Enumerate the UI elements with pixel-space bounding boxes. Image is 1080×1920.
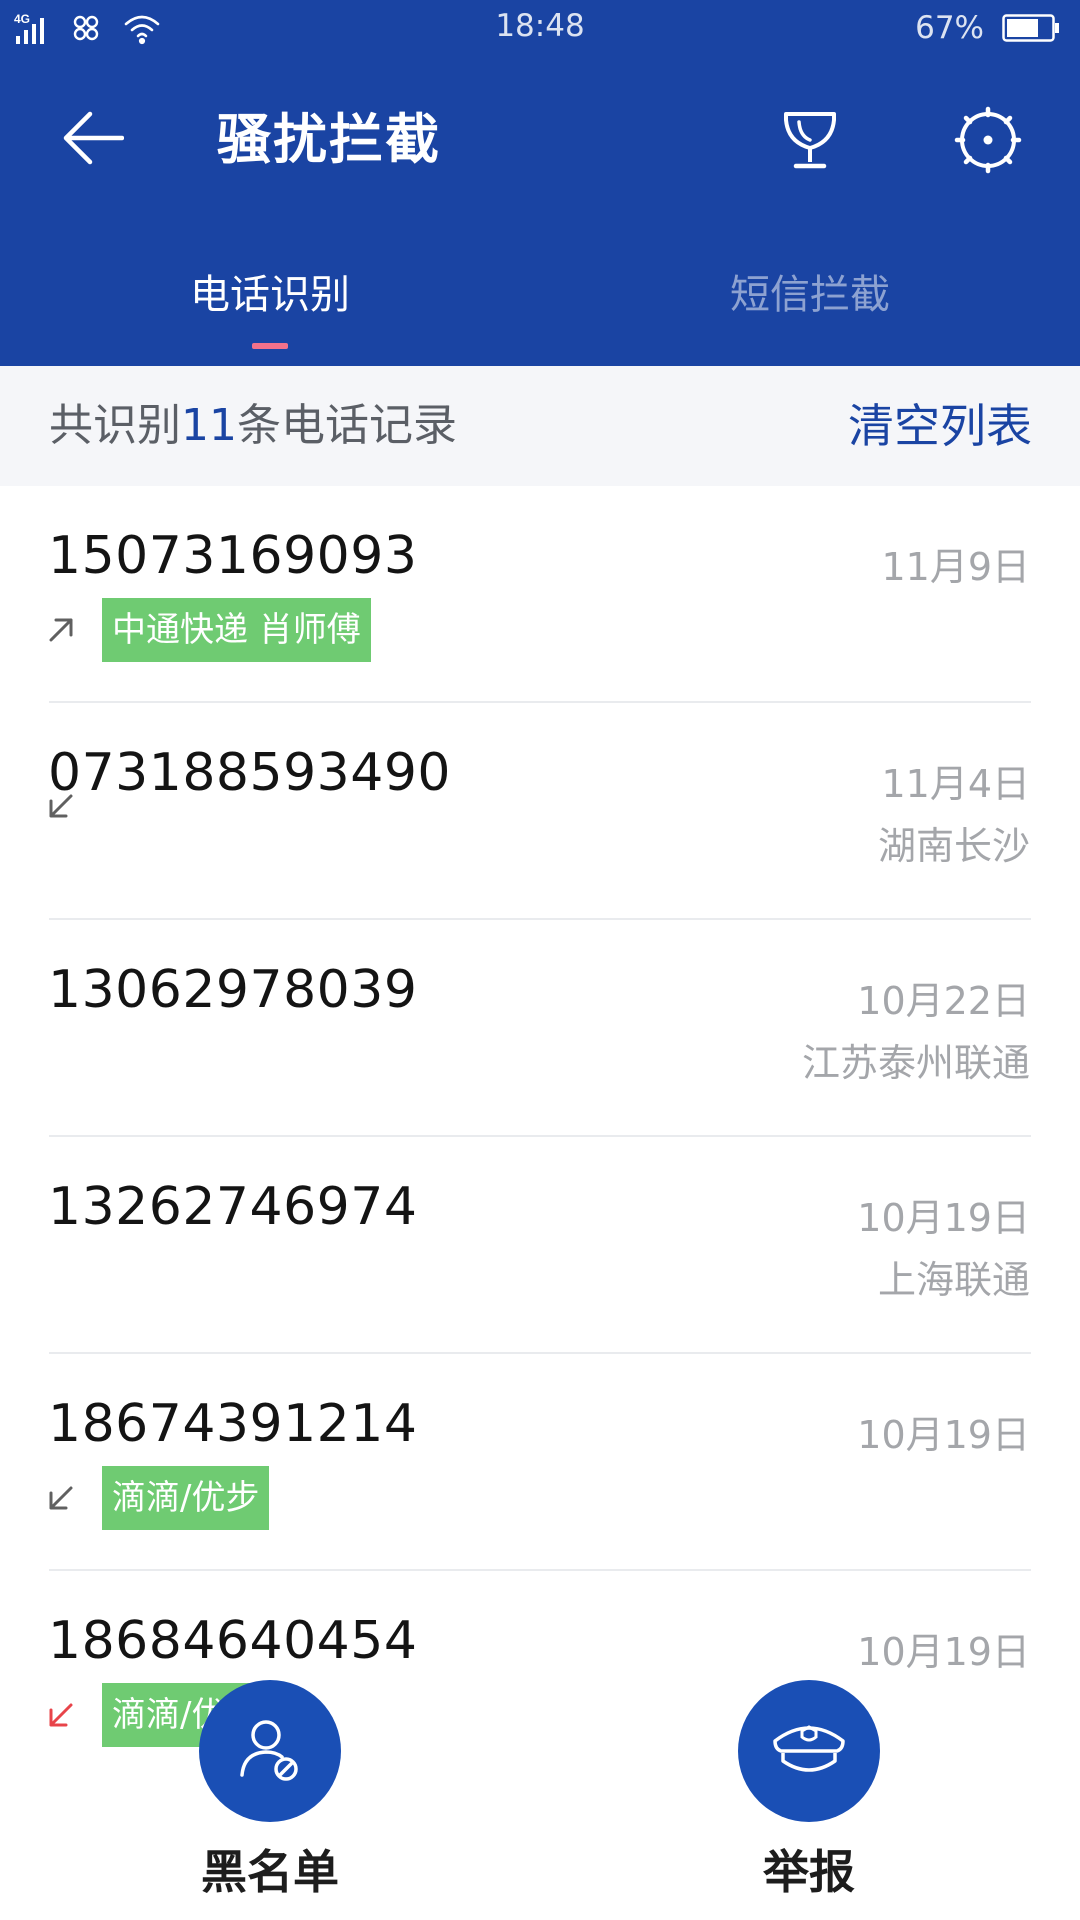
battery-icon — [1002, 14, 1059, 42]
call-row[interactable]: 073188593490 11月4日 湖南长沙 — [0, 703, 1080, 920]
caller-tag: 中通快递 肖师傅 — [102, 598, 371, 662]
summary-suffix: 条电话记录 — [237, 400, 457, 451]
phone-number: 18674391214 — [48, 1394, 418, 1454]
missed-call-icon — [49, 1703, 73, 1727]
summary-prefix: 共识别 — [49, 400, 181, 451]
call-row[interactable]: 13262746974 10月19日 上海联通 — [0, 1137, 1080, 1354]
phone-number: 13062978039 — [48, 960, 418, 1020]
call-location: 上海联通 — [877, 1258, 1030, 1302]
summary-bar: 共识别11条电话记录 清空列表 — [0, 366, 1080, 486]
phone-number: 18684640454 — [48, 1611, 418, 1671]
blacklist-button[interactable] — [199, 1680, 341, 1822]
phone-number: 13262746974 — [48, 1177, 418, 1237]
call-date: 10月22日 — [857, 979, 1030, 1023]
tab-call-identification[interactable]: 电话识别 — [0, 262, 540, 320]
clear-list-button[interactable]: 清空列表 — [848, 366, 1032, 486]
report-action[interactable]: 举报 — [684, 1680, 934, 1902]
settings-button[interactable] — [944, 96, 1032, 184]
call-row[interactable]: 15073169093 11月9日 中通快递 肖师傅 — [0, 486, 1080, 703]
call-date: 10月19日 — [857, 1630, 1030, 1674]
phone-number: 073188593490 — [48, 743, 452, 803]
gear-icon — [954, 106, 1022, 174]
call-date: 11月4日 — [881, 762, 1030, 806]
trophy-icon — [784, 112, 836, 169]
call-list: 15073169093 11月9日 中通快递 肖师傅 073188593490 … — [0, 486, 1080, 1788]
incoming-call-icon — [49, 1486, 73, 1510]
battery-percent: 67% — [915, 10, 984, 46]
call-location: 江苏泰州联通 — [801, 1041, 1030, 1085]
phone-number: 15073169093 — [48, 526, 418, 586]
summary-count: 11 — [181, 400, 237, 451]
call-row[interactable]: 13062978039 10月22日 江苏泰州联通 — [0, 920, 1080, 1137]
caller-tag: 滴滴/优步 — [102, 1466, 270, 1530]
blacklist-label: 黑名单 — [201, 1845, 339, 1899]
outgoing-call-icon — [49, 618, 73, 642]
call-date: 10月19日 — [857, 1413, 1030, 1457]
summary-text: 共识别11条电话记录 — [49, 366, 457, 486]
tab-sms-blocking[interactable]: 短信拦截 — [540, 262, 1080, 320]
screen: 4G 18:48 67% 骚扰拦截 电话识别 短信拦截 共识别11条电话记录 清… — [0, 0, 1080, 1920]
call-date: 10月19日 — [857, 1196, 1030, 1240]
blacklist-action[interactable]: 黑名单 — [145, 1680, 395, 1902]
call-location: 湖南长沙 — [877, 824, 1030, 868]
report-button[interactable] — [738, 1680, 880, 1822]
status-bar: 4G 18:48 67% — [0, 0, 1080, 58]
report-label: 举报 — [763, 1845, 855, 1899]
page-title: 骚扰拦截 — [217, 108, 441, 171]
police-cap-icon — [773, 1725, 845, 1772]
incoming-call-icon — [49, 794, 73, 818]
call-date: 11月9日 — [881, 545, 1030, 589]
tab-active-indicator — [252, 343, 288, 349]
arrow-left-icon — [63, 111, 124, 165]
call-row[interactable]: 18674391214 10月19日 滴滴/优步 — [0, 1354, 1080, 1571]
app-header: 4G 18:48 67% 骚扰拦截 电话识别 短信拦截 — [0, 0, 1080, 366]
trophy-button[interactable] — [766, 96, 854, 184]
user-block-icon — [240, 1720, 298, 1781]
back-button[interactable] — [50, 98, 136, 178]
battery-indicator: 67% — [915, 8, 1060, 48]
